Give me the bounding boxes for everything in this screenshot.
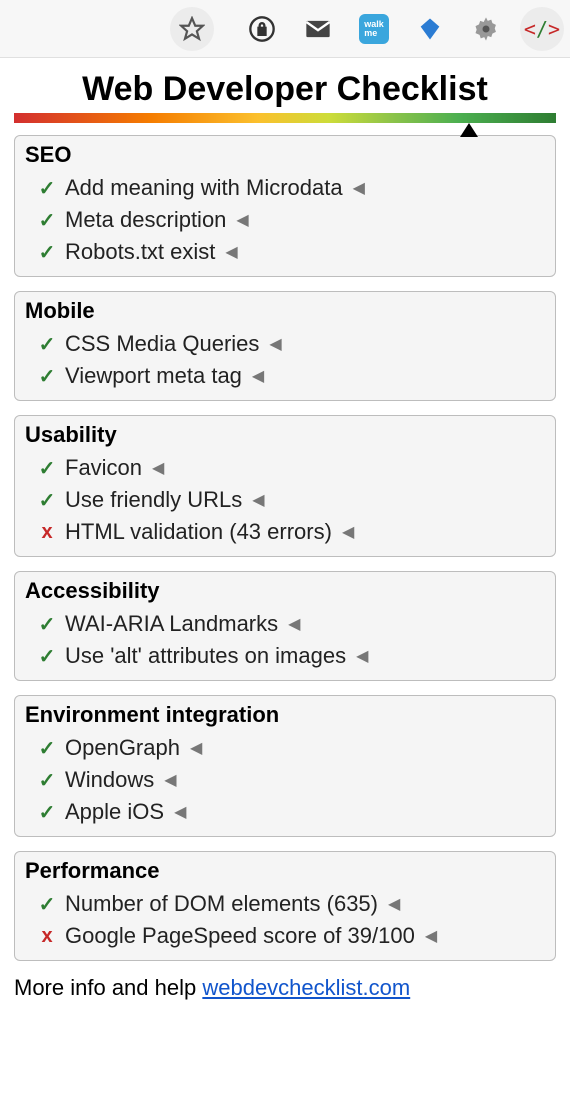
expand-arrow-icon[interactable]: ◀ [236, 210, 248, 230]
check-item-label: Google PageSpeed score of 39/100 [65, 923, 415, 949]
check-item-label: WAI-ARIA Landmarks [65, 611, 278, 637]
extension-diamond-icon[interactable] [412, 11, 448, 47]
extension-walkme-icon[interactable]: walkme [356, 11, 392, 47]
check-fail-icon: x [35, 521, 59, 544]
expand-arrow-icon[interactable]: ◀ [252, 366, 264, 386]
check-pass-icon: ✓ [35, 768, 59, 793]
expand-arrow-icon[interactable]: ◀ [164, 770, 176, 790]
expand-arrow-icon[interactable]: ◀ [252, 490, 264, 510]
check-pass-icon: ✓ [35, 488, 59, 513]
expand-arrow-icon[interactable]: ◀ [342, 522, 354, 542]
check-item-label: Add meaning with Microdata [65, 175, 343, 201]
check-item[interactable]: ✓Windows ◀ [25, 764, 545, 796]
check-pass-icon: ✓ [35, 456, 59, 481]
check-item-label: Meta description [65, 207, 226, 233]
extension-gear-icon[interactable] [468, 11, 504, 47]
expand-arrow-icon[interactable]: ◀ [388, 894, 400, 914]
check-fail-icon: x [35, 925, 59, 948]
check-item[interactable]: ✓Favicon ◀ [25, 452, 545, 484]
check-item-label: Use 'alt' attributes on images [65, 643, 346, 669]
check-item-label: HTML validation (43 errors) [65, 519, 332, 545]
section-title: Environment integration [25, 702, 545, 728]
check-item-label: Number of DOM elements (635) [65, 891, 378, 917]
check-item-label: Windows [65, 767, 154, 793]
check-item[interactable]: ✓Use 'alt' attributes on images ◀ [25, 640, 545, 672]
expand-arrow-icon[interactable]: ◀ [425, 926, 437, 946]
section-environment-integration: Environment integration✓OpenGraph◀✓Windo… [14, 695, 556, 837]
check-item[interactable]: ✓OpenGraph ◀ [25, 732, 545, 764]
check-item-label: Viewport meta tag [65, 363, 242, 389]
expand-arrow-icon[interactable]: ◀ [353, 178, 365, 198]
expand-arrow-icon[interactable]: ◀ [356, 646, 368, 666]
check-item-label: Apple iOS [65, 799, 164, 825]
extension-lock-icon[interactable] [244, 11, 280, 47]
section-title: Usability [25, 422, 545, 448]
extension-mail-icon[interactable] [300, 11, 336, 47]
checklist-popup: Web Developer Checklist SEO✓Add meaning … [0, 58, 570, 1021]
section-usability: Usability ✓Favicon ◀ ✓Use friendly URLs ◀ x HT… [14, 415, 556, 557]
check-item[interactable]: x HTML validation (43 errors) ◀ [25, 516, 545, 548]
section-title: SEO [25, 142, 545, 168]
score-gradient-bar [14, 113, 556, 123]
section-performance: Performance ✓Number of DOM elements (635)… [14, 851, 556, 961]
star-icon [179, 16, 205, 42]
check-item[interactable]: ✓Viewport meta tag ◀ [25, 360, 545, 392]
check-pass-icon: ✓ [35, 208, 59, 233]
section-mobile: Mobile✓CSS Media Queries◀✓Viewport meta … [14, 291, 556, 401]
bookmark-star-button[interactable] [170, 7, 214, 51]
check-pass-icon: ✓ [35, 612, 59, 637]
footer-link[interactable]: webdevchecklist.com [202, 975, 410, 1000]
check-pass-icon: ✓ [35, 644, 59, 669]
page-title: Web Developer Checklist [14, 70, 556, 109]
check-pass-icon: ✓ [35, 736, 59, 761]
check-item-label: Use friendly URLs [65, 487, 242, 513]
score-marker-icon [460, 123, 478, 137]
check-pass-icon: ✓ [35, 364, 59, 389]
section-title: Mobile [25, 298, 545, 324]
check-item-label: Favicon [65, 455, 142, 481]
check-item[interactable]: ✓Number of DOM elements (635) ◀ [25, 888, 545, 920]
check-pass-icon: ✓ [35, 892, 59, 917]
check-item[interactable]: ✓Add meaning with Microdata ◀ [25, 172, 545, 204]
expand-arrow-icon[interactable]: ◀ [288, 614, 300, 634]
check-pass-icon: ✓ [35, 176, 59, 201]
expand-arrow-icon[interactable]: ◀ [152, 458, 164, 478]
section-title: Performance [25, 858, 545, 884]
check-pass-icon: ✓ [35, 240, 59, 265]
check-item[interactable]: ✓WAI-ARIA Landmarks ◀ [25, 608, 545, 640]
check-item[interactable]: ✓Meta description ◀ [25, 204, 545, 236]
section-seo: SEO✓Add meaning with Microdata◀✓Meta des… [14, 135, 556, 277]
check-pass-icon: ✓ [35, 332, 59, 357]
check-item[interactable]: ✓Robots.txt exist ◀ [25, 236, 545, 268]
check-item[interactable]: ✓Use friendly URLs ◀ [25, 484, 545, 516]
check-item[interactable]: x Google PageSpeed score of 39/100 ◀ [25, 920, 545, 952]
check-item-label: Robots.txt exist [65, 239, 215, 265]
footer-text: More info and help webdevchecklist.com [14, 975, 556, 1001]
expand-arrow-icon[interactable]: ◀ [190, 738, 202, 758]
expand-arrow-icon[interactable]: ◀ [174, 802, 186, 822]
expand-arrow-icon[interactable]: ◀ [269, 334, 281, 354]
check-item-label: CSS Media Queries [65, 331, 259, 357]
expand-arrow-icon[interactable]: ◀ [225, 242, 237, 262]
section-accessibility: Accessibility✓WAI-ARIA Landmarks◀✓Use 'a… [14, 571, 556, 681]
check-item[interactable]: ✓Apple iOS ◀ [25, 796, 545, 828]
footer-prefix: More info and help [14, 975, 202, 1000]
check-item[interactable]: ✓CSS Media Queries ◀ [25, 328, 545, 360]
browser-toolbar: walkme </> [0, 0, 570, 58]
check-item-label: OpenGraph [65, 735, 180, 761]
check-pass-icon: ✓ [35, 800, 59, 825]
extension-code-icon-active[interactable]: </> [520, 7, 564, 51]
section-title: Accessibility [25, 578, 545, 604]
